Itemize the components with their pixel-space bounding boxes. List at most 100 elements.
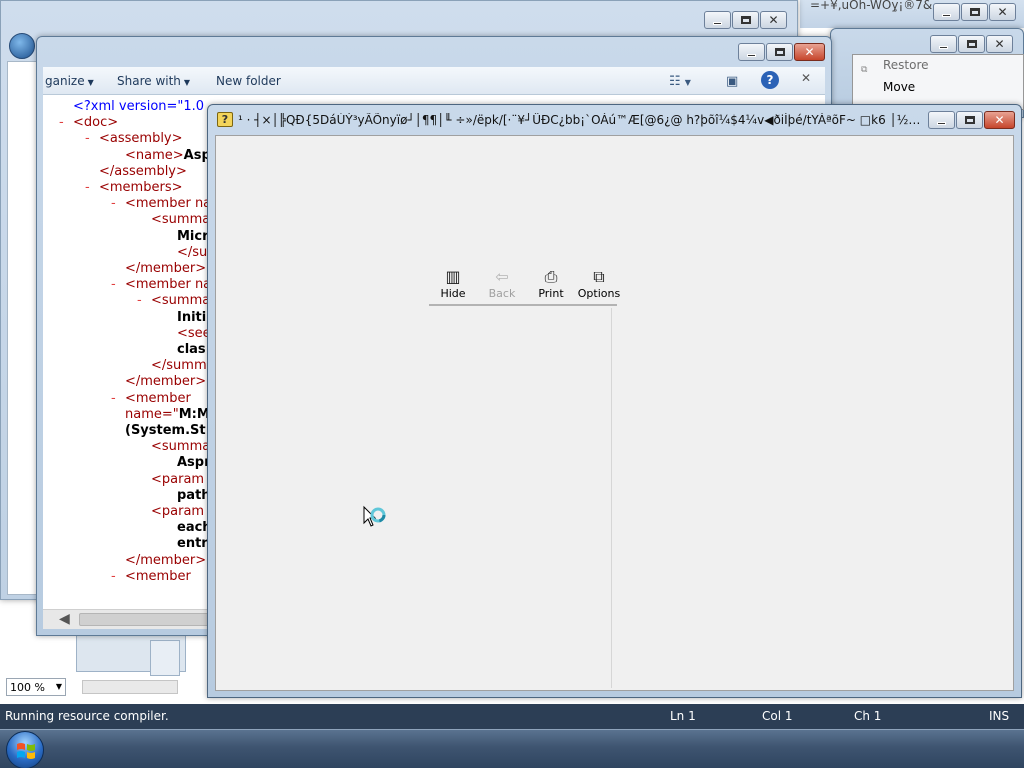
close-icon: ✕ <box>804 45 815 59</box>
horizontal-scrollbar[interactable] <box>82 680 178 694</box>
xml-line: <summa <box>151 439 211 455</box>
status-char: Ch 1 <box>854 709 882 723</box>
scroll-left-icon[interactable]: ◀ <box>59 611 70 627</box>
background-left-caption-buttons: ✕ <box>704 11 787 29</box>
chevron-down-icon: ▼ <box>87 78 94 87</box>
xml-line: <members> <box>99 180 183 195</box>
xml-line: path <box>177 487 211 503</box>
close-icon: ✕ <box>994 37 1005 51</box>
background-window-caption-buttons: ✕ <box>933 3 1016 21</box>
xml-value: M:M <box>178 406 210 422</box>
print-button[interactable]: ⎙ Print <box>528 268 574 301</box>
view-options-icon[interactable]: ☷ ▼ <box>669 74 691 89</box>
xml-line: <param <box>151 504 205 519</box>
minimize-button[interactable] <box>738 43 765 61</box>
xml-line: <member na <box>125 277 212 293</box>
xml-line: name="M:M <box>125 406 210 422</box>
maximize-icon <box>774 48 785 56</box>
minimize-button[interactable] <box>704 11 731 29</box>
help-pane-splitter[interactable] <box>611 308 612 688</box>
start-button[interactable] <box>6 731 44 768</box>
close-icon: ✕ <box>768 13 779 27</box>
xml-line: <doc> <box>73 115 119 131</box>
preview-pane-icon[interactable]: ▣ <box>726 74 738 89</box>
help-window-caption-buttons: ✕ <box>928 111 1015 129</box>
minimize-button[interactable] <box>928 111 955 129</box>
xml-collapse-toggle[interactable]: - <box>111 277 116 292</box>
xml-line: <name>Asp <box>125 147 211 163</box>
windows-logo-icon <box>17 743 35 759</box>
xml-line: <see <box>177 325 211 341</box>
menu-item-restore[interactable]: Restore <box>883 58 929 72</box>
status-column: Col 1 <box>762 709 793 723</box>
close-pane-icon[interactable]: ✕ <box>801 71 811 85</box>
minimize-button[interactable] <box>933 3 960 21</box>
new-folder-button[interactable]: New folder <box>216 74 281 88</box>
minimize-icon <box>939 45 948 49</box>
restore-icon <box>740 16 751 24</box>
restore-button[interactable] <box>958 35 985 53</box>
menu-item-move[interactable]: Move <box>883 80 915 94</box>
status-line: Ln 1 <box>670 709 696 723</box>
xml-line: entr <box>177 536 208 552</box>
xml-line: Micr <box>177 228 209 244</box>
minimize-icon <box>747 53 756 57</box>
xml-collapse-toggle[interactable]: - <box>111 569 116 584</box>
background-window-top-right: =+¥,uOh-WOy̧¡®7&... ✕ <box>800 0 1024 28</box>
background-window-title: =+¥,uOh-WOy̧¡®7&... <box>810 0 944 12</box>
xml-collapse-toggle[interactable]: - <box>85 180 90 195</box>
scrollbar-thumb[interactable] <box>79 613 209 626</box>
minimize-icon <box>713 21 722 25</box>
back-button[interactable]: ⇦ Back <box>479 267 525 301</box>
explorer-toolbar: ganize ▼ Share with ▼ New folder ☷ ▼ ▣ ? ✕ <box>43 67 825 95</box>
busy-cursor-icon <box>362 505 392 535</box>
zoom-dropdown[interactable]: 100 % ▼ <box>6 678 66 696</box>
close-button[interactable]: ✕ <box>984 111 1015 129</box>
xml-line: (System.St <box>125 423 206 438</box>
xml-collapse-toggle[interactable]: - <box>111 196 116 211</box>
xml-line: Aspı <box>177 455 209 471</box>
maximize-button[interactable] <box>956 111 983 129</box>
back-navigation-icon[interactable] <box>9 33 35 59</box>
close-button[interactable]: ✕ <box>760 11 787 29</box>
share-with-button[interactable]: Share with ▼ <box>117 74 190 88</box>
options-button[interactable]: ⧉ Options <box>576 267 622 301</box>
close-button[interactable]: ✕ <box>986 35 1013 53</box>
hide-button[interactable]: ▥ Hide <box>430 267 476 301</box>
xml-line: </su <box>177 244 208 260</box>
back-arrow-icon: ⇦ <box>495 267 509 286</box>
restore-icon <box>966 40 977 48</box>
restore-button[interactable] <box>732 11 759 29</box>
restore-menu-icon: ⧉ <box>861 65 868 75</box>
zoom-value: 100 % <box>10 681 45 694</box>
status-bar: Running resource compiler. Ln 1 Col 1 Ch… <box>0 704 1024 729</box>
help-window-icon: ? <box>217 112 233 127</box>
restore-button[interactable] <box>961 3 988 21</box>
xml-collapse-toggle[interactable]: - <box>59 115 64 130</box>
xml-line: </member> <box>125 374 207 390</box>
help-icon[interactable]: ? <box>761 71 779 89</box>
close-icon: ✕ <box>997 5 1008 19</box>
minimize-icon <box>942 13 951 17</box>
xml-line: <summa <box>151 293 211 309</box>
maximize-button[interactable] <box>766 43 793 61</box>
close-button[interactable]: ✕ <box>989 3 1016 21</box>
close-button[interactable]: ✕ <box>794 43 825 61</box>
xml-line: </assembly> <box>99 163 187 179</box>
minimize-icon <box>937 121 946 125</box>
menu-host-caption-buttons: ✕ <box>930 35 1013 53</box>
hide-pane-icon: ▥ <box>445 267 461 286</box>
xml-line: clas <box>177 342 206 357</box>
options-icon: ⧉ <box>593 267 605 286</box>
share-with-label: Share with <box>117 74 181 88</box>
xml-line: <member <box>125 568 191 584</box>
xml-collapse-toggle[interactable]: - <box>85 131 90 146</box>
xml-collapse-toggle[interactable]: - <box>111 391 116 406</box>
help-toolbar: ▥ Hide ⇦ Back ⎙ Print ⧉ Options <box>429 267 620 306</box>
xml-line: </member> <box>125 552 207 568</box>
print-label: Print <box>538 287 564 300</box>
status-mode: INS <box>989 709 1010 723</box>
minimize-button[interactable] <box>930 35 957 53</box>
organize-button[interactable]: ganize ▼ <box>45 74 94 88</box>
xml-collapse-toggle[interactable]: - <box>137 293 142 308</box>
